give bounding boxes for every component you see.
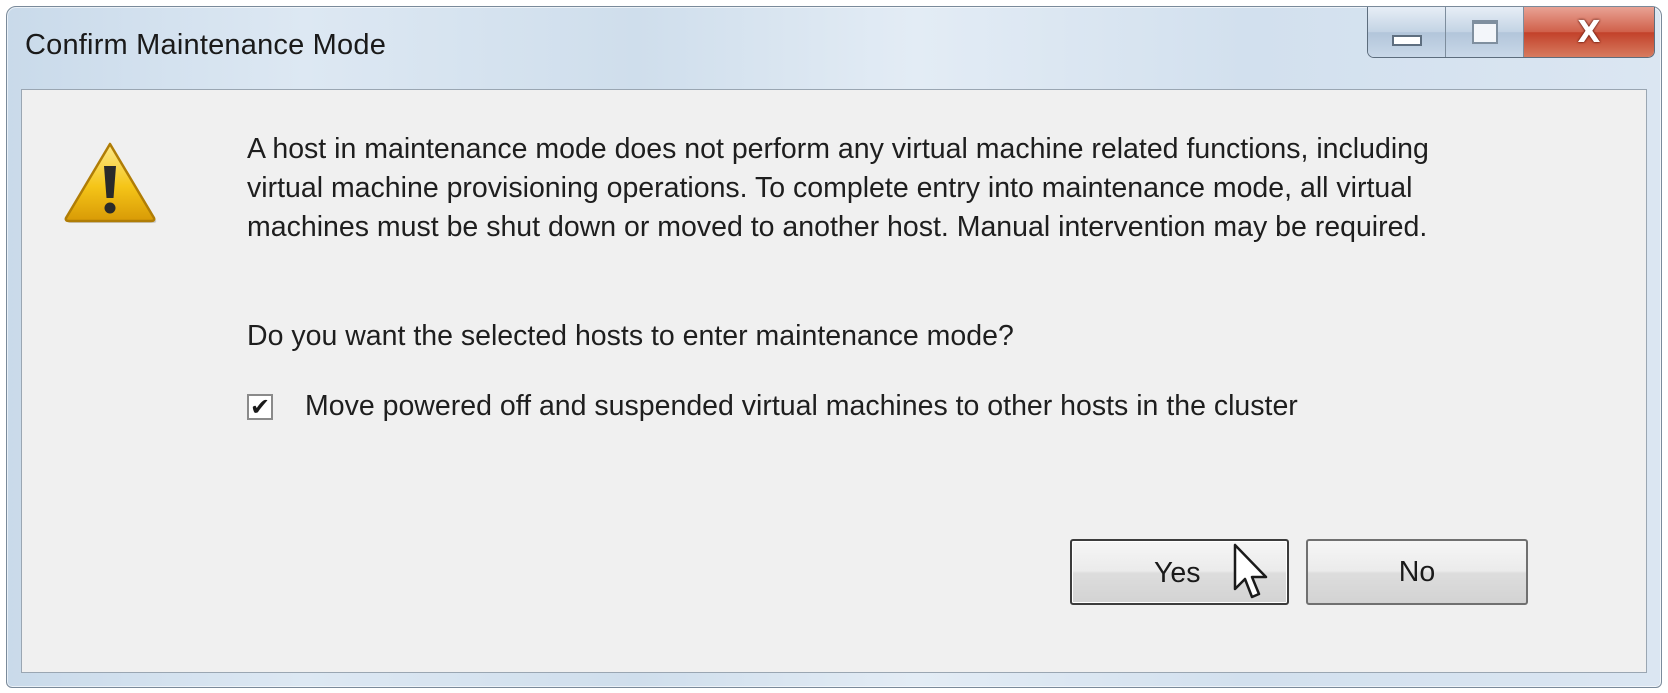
close-icon: X <box>1577 14 1601 50</box>
minimize-button[interactable] <box>1368 7 1446 57</box>
caption-buttons: X <box>1367 7 1655 58</box>
close-button[interactable]: X <box>1524 7 1654 57</box>
maximize-button[interactable] <box>1446 7 1524 57</box>
move-vms-checkbox[interactable]: ✔ <box>247 392 273 421</box>
yes-button-label: Yes <box>1154 557 1201 589</box>
confirmation-question: Do you want the selected hosts to enter … <box>247 320 1014 352</box>
no-button[interactable]: No <box>1306 539 1528 605</box>
warning-icon <box>64 142 157 223</box>
warning-message: A host in maintenance mode does not perf… <box>247 133 1429 243</box>
dialog-body: A host in maintenance mode does not perf… <box>21 89 1647 673</box>
mouse-pointer-icon <box>1233 543 1268 599</box>
window-title: Confirm Maintenance Mode <box>25 29 387 61</box>
move-vms-option[interactable]: ✔ Move powered off and suspended virtual… <box>247 390 1298 423</box>
move-vms-checkbox-label[interactable]: Move powered off and suspended virtual m… <box>305 390 1298 423</box>
checkmark-icon: ✔ <box>249 392 271 421</box>
maximize-icon <box>1471 20 1498 44</box>
dialog-window: Confirm Maintenance Mode X A host in mai… <box>6 6 1662 688</box>
minimize-icon <box>1391 34 1422 46</box>
title-bar[interactable]: Confirm Maintenance Mode X <box>7 7 1661 87</box>
